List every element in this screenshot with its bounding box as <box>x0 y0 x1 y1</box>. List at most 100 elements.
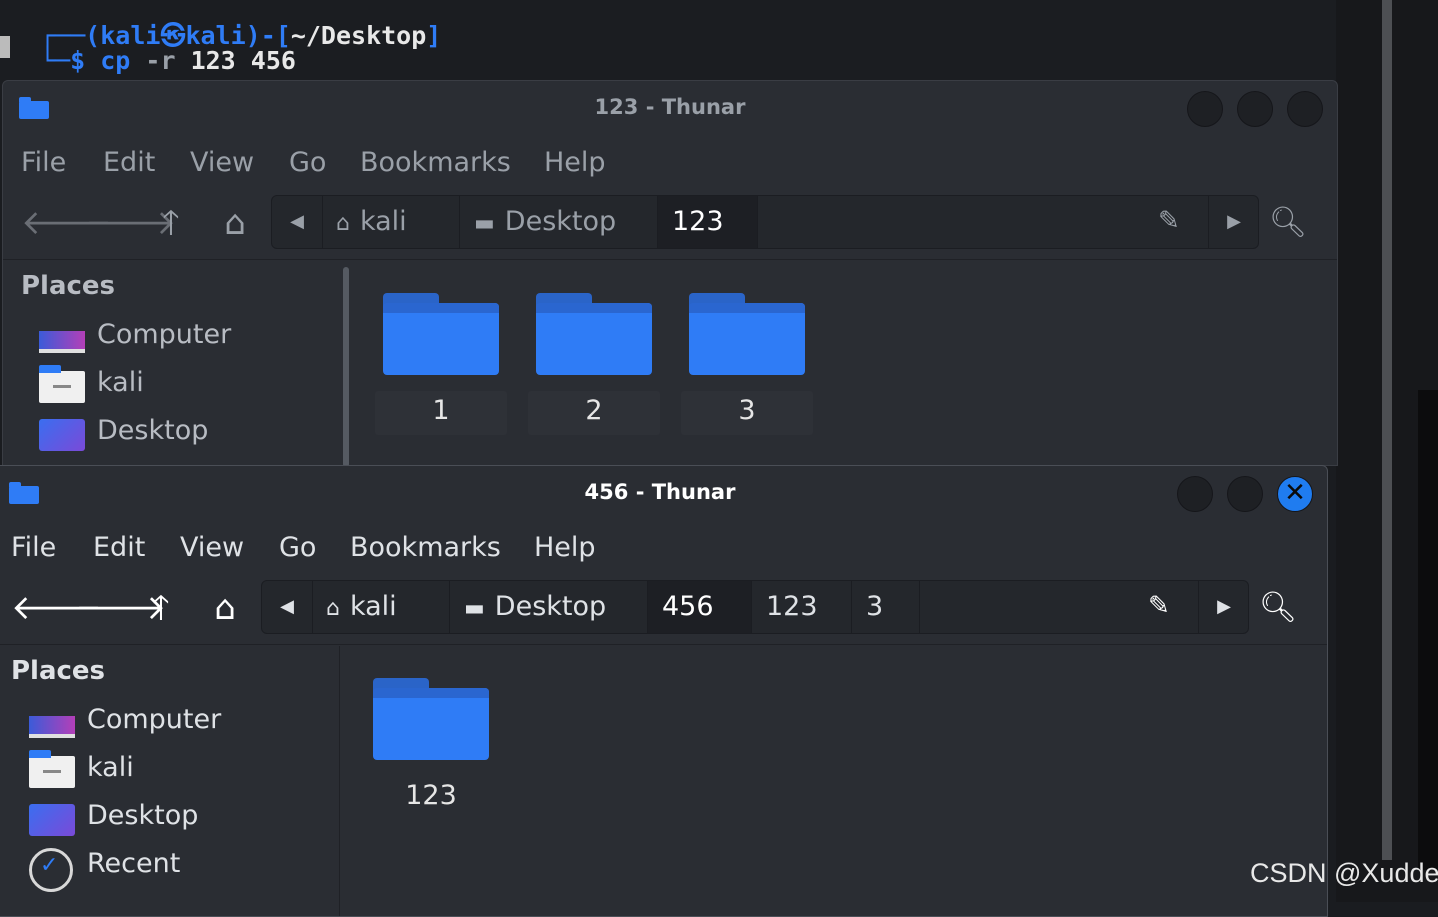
command-flag: -r <box>145 46 176 75</box>
home-icon: ⌂ <box>336 211 350 236</box>
crumb-desktop[interactable]: ▬ Desktop <box>460 196 658 248</box>
pathbar-scroll-right[interactable]: ▶ <box>1198 581 1249 633</box>
location-pathbar: ◀ ⌂ kali ▬ Desktop 456 123 3 ✎ ▶ <box>261 580 1249 634</box>
up-button[interactable]: 🡑 <box>139 586 183 630</box>
command-args: 123 456 <box>190 46 296 75</box>
triangle-left-icon: ◀ <box>290 211 304 232</box>
menu-edit[interactable]: Edit <box>103 147 155 178</box>
prompt-close: ] <box>426 21 442 50</box>
menu-view[interactable]: View <box>180 532 244 563</box>
desktop-icon <box>29 804 75 836</box>
sidebar-scrollbar[interactable] <box>343 267 349 465</box>
pathbar-scroll-left[interactable]: ◀ <box>272 196 323 248</box>
folder-icon <box>373 678 489 760</box>
up-button[interactable]: 🡑 <box>149 201 193 245</box>
desktop-background <box>1336 0 1438 902</box>
menu-edit[interactable]: Edit <box>93 532 145 563</box>
menu-go[interactable]: Go <box>279 532 316 563</box>
crumb-3[interactable]: 3 <box>852 581 920 633</box>
prompt-dollar: $ <box>70 46 86 75</box>
arrow-up-icon: 🡑 <box>152 588 170 628</box>
thunar-window-123[interactable]: 123 - Thunar File Edit View Go Bookmarks… <box>2 80 1338 466</box>
search-icon: 🔍︎ <box>1269 205 1308 240</box>
crumb-desktop[interactable]: ▬ Desktop <box>450 581 648 633</box>
close-button[interactable] <box>1287 91 1323 127</box>
titlebar[interactable]: 123 - Thunar <box>3 81 1337 137</box>
arrow-up-icon: 🡑 <box>162 203 180 243</box>
back-button[interactable]: 🡐 <box>21 201 112 245</box>
menubar: File Edit View Go Bookmarks Help <box>0 524 1327 574</box>
window-title: 456 - Thunar <box>584 480 736 504</box>
folder-icon <box>536 293 652 375</box>
home-icon: ⌂ <box>224 203 246 243</box>
places-heading: Places <box>21 271 116 301</box>
terminal-cursor <box>0 36 10 58</box>
places-heading: Places <box>11 656 106 686</box>
close-icon: ✕ <box>1284 478 1306 508</box>
menu-bookmarks[interactable]: Bookmarks <box>350 532 501 563</box>
toolbar-divider <box>3 259 1337 260</box>
computer-icon <box>29 716 75 738</box>
search-button[interactable]: 🔍︎ <box>1269 201 1313 245</box>
sidebar: Places Computer kali Desktop Recent <box>0 646 340 916</box>
folder-item-123[interactable]: 123 <box>361 678 501 840</box>
sidebar: Places Computer kali Desktop <box>3 261 349 465</box>
menu-bookmarks[interactable]: Bookmarks <box>360 147 511 178</box>
crumb-kali[interactable]: ⌂ kali <box>312 581 450 633</box>
toolbar: 🡐 🡒 🡑 ⌂ ◀ ⌂ kali ▬ Desktop 456 123 3 ✎ ▶ 🔍… <box>0 578 1327 638</box>
menubar: File Edit View Go Bookmarks Help <box>3 139 1337 189</box>
prompt-line2: └─ <box>40 46 71 75</box>
menu-file[interactable]: File <box>21 147 66 178</box>
home-folder-icon <box>29 750 75 788</box>
window-title: 123 - Thunar <box>594 95 746 119</box>
close-button[interactable]: ✕ <box>1277 476 1313 512</box>
maximize-button[interactable] <box>1237 91 1273 127</box>
pathbar-scroll-right[interactable]: ▶ <box>1208 196 1259 248</box>
triangle-right-icon: ▶ <box>1227 211 1241 232</box>
crumb-456[interactable]: 456 <box>648 581 752 633</box>
desktop-icon: ▬ <box>464 596 485 621</box>
folder-icon <box>689 293 805 375</box>
crumb-123[interactable]: 123 <box>658 196 758 248</box>
command-name: cp <box>100 46 131 75</box>
desktop-icon: ▬ <box>474 211 495 236</box>
search-button[interactable]: 🔍︎ <box>1259 586 1303 630</box>
menu-help[interactable]: Help <box>534 532 596 563</box>
maximize-button[interactable] <box>1227 476 1263 512</box>
menu-view[interactable]: View <box>190 147 254 178</box>
folder-icon <box>383 293 499 375</box>
forward-button[interactable]: 🡒 <box>75 586 166 630</box>
home-button[interactable]: ⌂ <box>213 201 257 245</box>
menu-file[interactable]: File <box>11 532 56 563</box>
menu-go[interactable]: Go <box>289 147 326 178</box>
back-button[interactable]: 🡐 <box>11 586 102 630</box>
thunar-window-456[interactable]: 456 - Thunar ✕ File Edit View Go Bookmar… <box>0 465 1328 917</box>
desktop-icon <box>39 419 85 451</box>
recent-icon <box>29 848 73 892</box>
crumb-123[interactable]: 123 <box>752 581 852 633</box>
titlebar[interactable]: 456 - Thunar ✕ <box>0 466 1327 522</box>
computer-icon <box>39 331 85 353</box>
folder-item-3[interactable]: 3 <box>677 293 817 455</box>
watermark: CSDN @Xudde. <box>1250 858 1438 888</box>
menu-help[interactable]: Help <box>544 147 606 178</box>
pencil-icon[interactable]: ✎ <box>1148 591 1170 621</box>
pathbar-scroll-left[interactable]: ◀ <box>262 581 313 633</box>
home-button[interactable]: ⌂ <box>203 586 247 630</box>
folder-item-1[interactable]: 1 <box>371 293 511 455</box>
folder-item-2[interactable]: 2 <box>524 293 664 455</box>
prompt-path: ~/Desktop <box>290 21 427 50</box>
background-window-edge <box>1382 0 1392 860</box>
home-folder-icon <box>39 365 85 403</box>
file-view[interactable]: 123 <box>341 646 1327 916</box>
file-view[interactable]: 1 2 3 <box>357 261 1337 465</box>
crumb-kali[interactable]: ⌂ kali <box>322 196 460 248</box>
minimize-button[interactable] <box>1187 91 1223 127</box>
pencil-icon[interactable]: ✎ <box>1158 206 1180 236</box>
terminal-window: ┌──(kali㉿kali)-[~/Desktop] └─$ cp -r 123… <box>0 0 1438 90</box>
home-icon: ⌂ <box>214 588 236 628</box>
forward-button[interactable]: 🡒 <box>85 201 176 245</box>
minimize-button[interactable] <box>1177 476 1213 512</box>
terminal-command-line: └─$ cp -r 123 456 <box>40 46 296 75</box>
triangle-left-icon: ◀ <box>280 596 294 617</box>
